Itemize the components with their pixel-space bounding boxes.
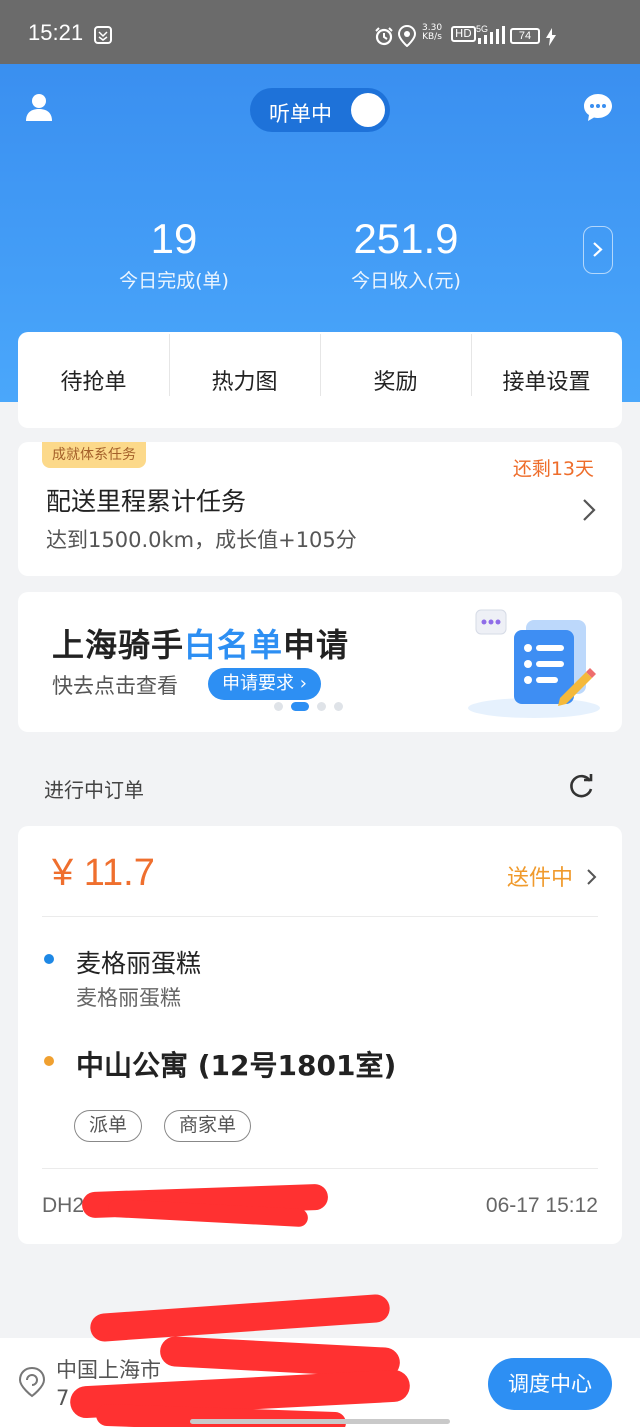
status-time: 15:21	[28, 20, 84, 45]
pickup-dot	[44, 954, 54, 964]
carousel-dot[interactable]	[334, 702, 343, 711]
carousel-dot[interactable]	[274, 702, 283, 711]
application-form-icon	[462, 600, 602, 724]
carousel-dots	[274, 702, 343, 711]
status-bar: 15:21 3.30 KB/s HD 5G 74	[0, 0, 640, 64]
order-number: DH2	[42, 1194, 85, 1217]
location-pin-icon	[18, 1366, 46, 1402]
svg-text:5G: 5G	[476, 24, 488, 34]
screen-record-icon	[94, 26, 112, 48]
stat-income-value: 251.9	[353, 215, 459, 262]
toggle-label: 听单中	[269, 102, 332, 126]
banner-title: 上海骑手白名单申请	[52, 626, 350, 664]
pickup-address: 麦格丽蛋糕	[76, 986, 181, 1010]
orders-section-title: 进行中订单	[44, 778, 144, 802]
stats-detail-button[interactable]	[583, 226, 613, 274]
task-title: 配送里程累计任务	[46, 487, 247, 516]
carousel-dot-active[interactable]	[291, 702, 309, 711]
chevron-right-icon	[582, 498, 596, 526]
pickup-name: 麦格丽蛋糕	[76, 949, 202, 978]
stat-completed-label: 今日完成(单)	[119, 270, 229, 292]
quick-menu: 待抢单 热力图 奖励 接单设置	[18, 332, 622, 428]
bottom-bar: 中国上海市旋路 7 调度中心	[0, 1293, 640, 1427]
dispatch-center-button[interactable]: 调度中心	[488, 1358, 612, 1410]
dropoff-dot	[44, 1056, 54, 1066]
order-card[interactable]: ¥ 11.7 送件中 麦格丽蛋糕 麦格丽蛋糕 中山公寓 (12号1801室) 派…	[18, 826, 622, 1244]
stat-completed: 19 今日完成(单)	[74, 216, 274, 293]
message-icon[interactable]	[582, 92, 614, 128]
order-status[interactable]: 送件中	[507, 860, 598, 892]
battery-indicator: 74	[510, 28, 540, 44]
listening-toggle[interactable]: 听单中	[250, 88, 390, 132]
signal-icon: 5G	[476, 24, 506, 50]
redaction-scribble	[89, 1293, 391, 1343]
network-speed: 3.30 KB/s	[422, 23, 443, 42]
tag-merchant-order: 商家单	[164, 1110, 252, 1142]
whitelist-banner[interactable]: 上海骑手白名单申请 快去点击查看 申请要求 ›	[18, 592, 622, 732]
chevron-right-icon	[593, 242, 603, 257]
divider	[42, 916, 598, 917]
stat-income-label: 今日收入(元)	[351, 270, 461, 292]
menu-heatmap[interactable]: 热力图	[169, 334, 320, 396]
menu-rewards[interactable]: 奖励	[320, 334, 471, 396]
menu-order-settings[interactable]: 接单设置	[471, 334, 622, 396]
banner-requirements-button[interactable]: 申请要求 ›	[208, 668, 321, 700]
charging-icon	[546, 28, 556, 50]
task-remaining: 还剩13天	[512, 458, 594, 480]
task-desc: 达到1500.0km，成长值+105分	[46, 528, 357, 552]
menu-pending-orders[interactable]: 待抢单	[18, 364, 169, 396]
chevron-right-icon	[587, 869, 597, 885]
dropoff-name: 中山公寓 (12号1801室)	[76, 1049, 397, 1082]
stat-income: 251.9 今日收入(元)	[306, 216, 506, 293]
task-card[interactable]: 成就体系任务 还剩13天 配送里程累计任务 达到1500.0km，成长值+105…	[18, 442, 622, 576]
hd-badge: HD	[451, 26, 476, 42]
carousel-dot[interactable]	[317, 702, 326, 711]
toggle-knob	[351, 93, 385, 127]
order-time: 06-17 15:12	[485, 1194, 598, 1217]
banner-subtitle: 快去点击查看	[52, 674, 178, 698]
task-badge: 成就体系任务	[42, 442, 146, 468]
tag-dispatched: 派单	[74, 1110, 143, 1142]
home-indicator[interactable]	[190, 1419, 450, 1424]
stat-completed-value: 19	[150, 215, 198, 262]
refresh-icon[interactable]	[566, 772, 596, 806]
profile-icon[interactable]	[24, 92, 54, 126]
order-price: ¥ 11.7	[52, 852, 155, 894]
alarm-icon	[374, 26, 394, 50]
divider	[42, 1168, 598, 1169]
location-icon	[397, 24, 417, 51]
